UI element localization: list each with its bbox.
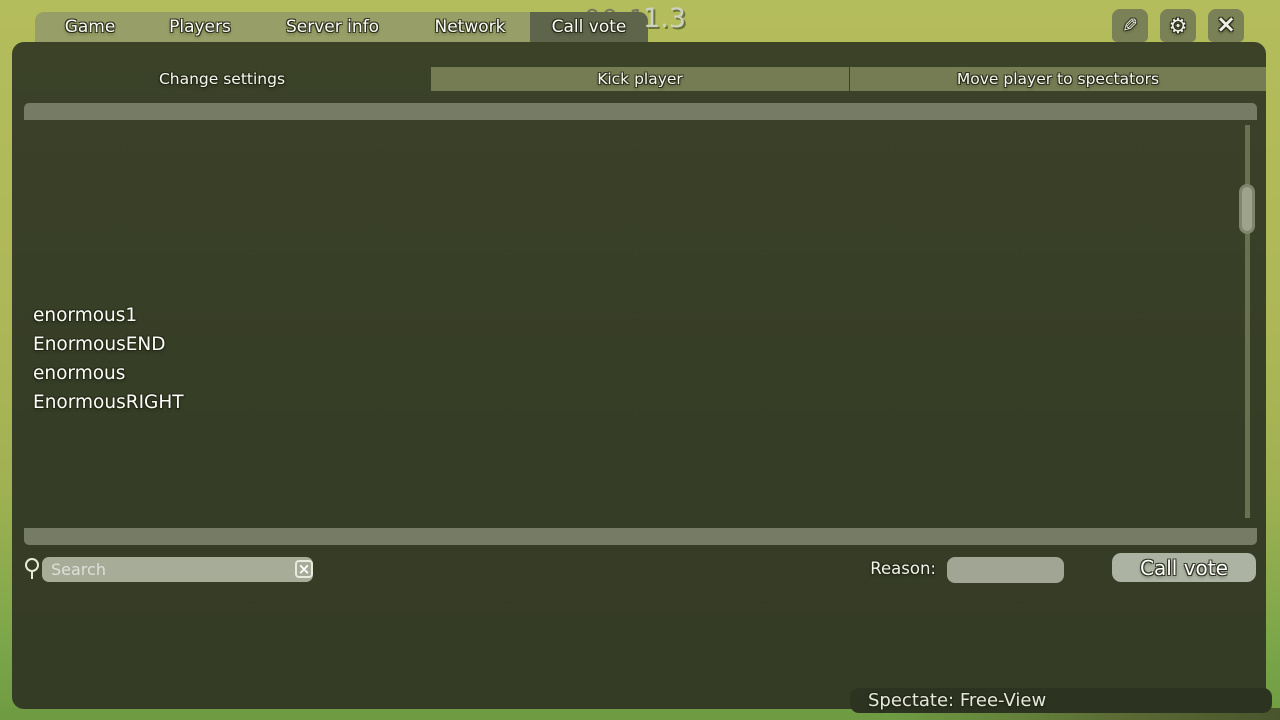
search-icon [25,558,39,572]
tab-players[interactable]: Players [145,12,255,42]
close-icon: × [1216,12,1236,36]
subtab-change-settings[interactable]: Change settings [14,67,430,91]
tab-network[interactable]: Network [410,12,530,42]
gear-icon: ⚙ [1169,14,1188,38]
call-vote-button-label: Call vote [1140,556,1228,580]
close-button[interactable]: × [1208,9,1244,42]
vote-option[interactable]: EnormousRIGHT [33,392,184,414]
call-vote-button[interactable]: Call vote [1112,553,1256,582]
menu-tab-bar: Game Players Server info Network Call vo… [35,12,648,42]
pencil-icon: ✎ [1122,15,1138,37]
spectate-hud-bar: Spectate: Free-View [850,688,1272,713]
vote-list-header-strip [24,103,1257,120]
vote-option[interactable]: enormous1 [33,305,137,327]
tab-game[interactable]: Game [35,12,145,42]
clear-x-icon: × [298,562,311,577]
settings-button[interactable]: ⚙ [1160,9,1196,42]
subtab-kick-player[interactable]: Kick player [431,67,849,91]
scrollbar-thumb[interactable] [1239,184,1255,234]
spectate-mode-label: Spectate: Free-View [868,690,1046,711]
search-input[interactable] [42,557,313,582]
edit-button[interactable]: ✎ [1112,9,1148,42]
tab-call-vote[interactable]: Call vote [530,12,648,42]
subtab-move-to-spectators[interactable]: Move player to spectators [850,67,1266,91]
reason-label: Reason: [856,559,936,578]
vote-option[interactable]: EnormousEND [33,334,166,356]
tab-server-info[interactable]: Server info [255,12,410,42]
vote-list-footer-strip [24,528,1257,545]
hud-timer: 1.3 [643,3,686,34]
game-screen: 00:1 1.3 Game Players Server info Networ… [0,0,1280,720]
search-clear-button[interactable]: × [295,560,313,578]
menu-panel [12,42,1266,709]
reason-input[interactable] [947,557,1064,583]
vote-option[interactable]: enormous [33,363,125,385]
